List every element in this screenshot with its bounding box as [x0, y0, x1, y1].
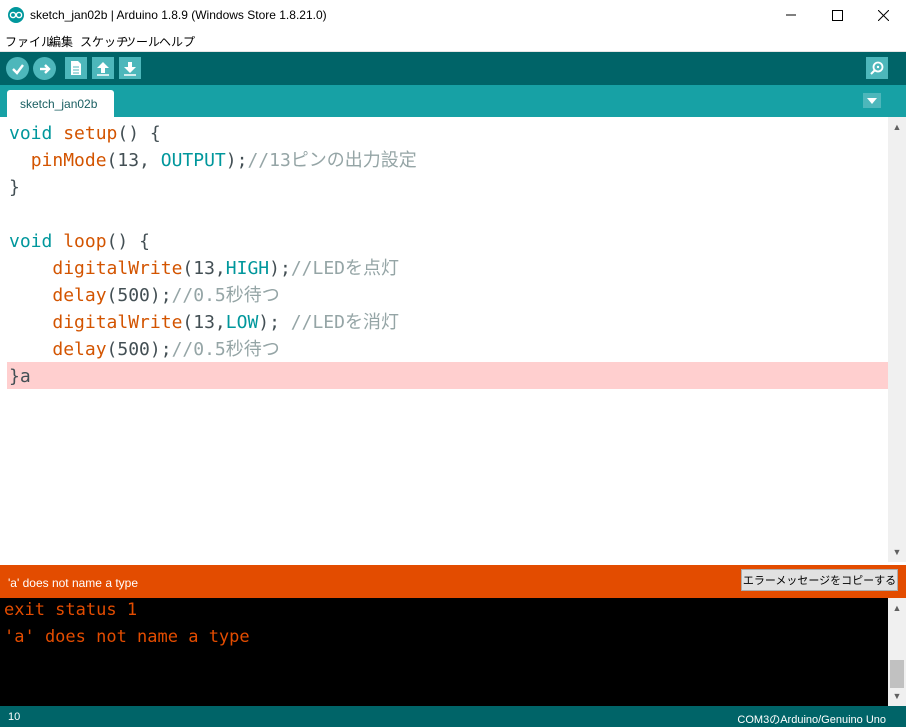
- error-status-bar: 'a' does not name a type エラーメッセージをコピーする: [0, 565, 906, 598]
- menu-tools[interactable]: ツール: [124, 33, 160, 50]
- code-token: );: [225, 150, 248, 171]
- menu-help[interactable]: ヘルプ: [159, 33, 195, 50]
- title-bar: sketch_jan02b | Arduino 1.8.9 (Windows S…: [0, 0, 906, 30]
- error-line-highlight: [7, 362, 888, 389]
- toolbar: [0, 52, 906, 85]
- verify-icon[interactable]: [6, 57, 29, 80]
- tab-sketch[interactable]: sketch_jan02b: [7, 90, 114, 117]
- save-icon[interactable]: [119, 57, 141, 79]
- code-line: void setup() {: [9, 120, 161, 147]
- code-token: //13ピンの出力設定: [247, 150, 417, 171]
- code-line: delay(500);//0.5秒待つ: [9, 282, 280, 309]
- line-number: 10: [8, 711, 21, 723]
- code-token: );: [269, 258, 291, 279]
- code-token: void: [9, 123, 53, 144]
- tab-bar: sketch_jan02b: [0, 85, 906, 117]
- code-token: delay: [52, 285, 107, 306]
- open-icon[interactable]: [92, 57, 114, 79]
- console-scrollbar[interactable]: ▲ ▼: [888, 598, 906, 706]
- tab-menu-chevron-down-icon[interactable]: [863, 93, 881, 108]
- console-line: 'a' does not name a type: [4, 627, 250, 647]
- serial-monitor-icon[interactable]: [866, 57, 888, 79]
- scroll-down-icon[interactable]: ▼: [888, 544, 906, 560]
- board-port: COM3のArduino/Genuino Uno: [737, 714, 886, 726]
- code-token: (500);: [106, 285, 172, 306]
- menu-file[interactable]: ファイル: [5, 33, 53, 50]
- footer-status: 10 COM3のArduino/Genuino Uno: [0, 706, 906, 727]
- code-token: }: [9, 177, 20, 198]
- code-token: setup: [63, 123, 118, 144]
- code-line: pinMode(13, OUTPUT);//13ピンの出力設定: [9, 147, 417, 174]
- code-token: );: [258, 312, 291, 333]
- code-token: digitalWrite: [52, 312, 183, 333]
- upload-icon[interactable]: [33, 57, 56, 80]
- tab-label: sketch_jan02b: [20, 97, 98, 111]
- code-token: () {: [106, 231, 150, 252]
- scroll-down-icon[interactable]: ▼: [888, 688, 906, 704]
- code-token: (13,: [182, 312, 226, 333]
- editor-scrollbar[interactable]: ▲ ▼: [888, 117, 906, 562]
- code-line: }a: [9, 363, 31, 390]
- code-token: OUTPUT: [160, 150, 226, 171]
- code-token: //0.5秒待つ: [171, 285, 280, 306]
- maximize-icon[interactable]: [814, 0, 860, 30]
- code-token: HIGH: [225, 258, 270, 279]
- code-token: //LEDを点灯: [290, 258, 399, 279]
- console-line: exit status 1: [4, 600, 138, 620]
- code-token: (13,: [106, 150, 161, 171]
- scroll-up-icon[interactable]: ▲: [888, 600, 906, 616]
- scroll-up-icon[interactable]: ▲: [888, 119, 906, 135]
- code-token: () {: [117, 123, 161, 144]
- code-line: digitalWrite(13,LOW); //LEDを消灯: [9, 309, 399, 336]
- menu-sketch[interactable]: スケッチ: [80, 33, 128, 50]
- code-token: //LEDを消灯: [290, 312, 399, 333]
- arduino-logo-icon: [8, 7, 24, 23]
- code-line: digitalWrite(13,HIGH);//LEDを点灯: [9, 255, 399, 282]
- window-title: sketch_jan02b | Arduino 1.8.9 (Windows S…: [30, 8, 327, 22]
- menu-edit[interactable]: 編集: [49, 33, 73, 50]
- code-token: delay: [52, 339, 107, 360]
- code-token: }a: [9, 366, 31, 387]
- code-token: pinMode: [30, 150, 107, 171]
- code-token: //0.5秒待つ: [171, 339, 280, 360]
- code-line: delay(500);//0.5秒待つ: [9, 336, 280, 363]
- new-icon[interactable]: [65, 57, 87, 79]
- error-message: 'a' does not name a type: [8, 576, 139, 590]
- code-token: (500);: [106, 339, 172, 360]
- code-token: loop: [63, 231, 107, 252]
- console-scroll-thumb[interactable]: [890, 660, 904, 688]
- code-line: }: [9, 174, 20, 201]
- code-token: LOW: [225, 312, 259, 333]
- copy-error-button[interactable]: エラーメッセージをコピーする: [741, 569, 898, 591]
- minimize-icon[interactable]: [768, 0, 814, 30]
- code-token: void: [9, 231, 53, 252]
- code-token: (13,: [182, 258, 226, 279]
- menu-bar: ファイル 編集 スケッチ ツール ヘルプ: [0, 30, 906, 52]
- code-token: digitalWrite: [52, 258, 183, 279]
- close-icon[interactable]: [860, 0, 906, 30]
- code-line: void loop() {: [9, 228, 150, 255]
- console: exit status 1 'a' does not name a type: [0, 598, 906, 706]
